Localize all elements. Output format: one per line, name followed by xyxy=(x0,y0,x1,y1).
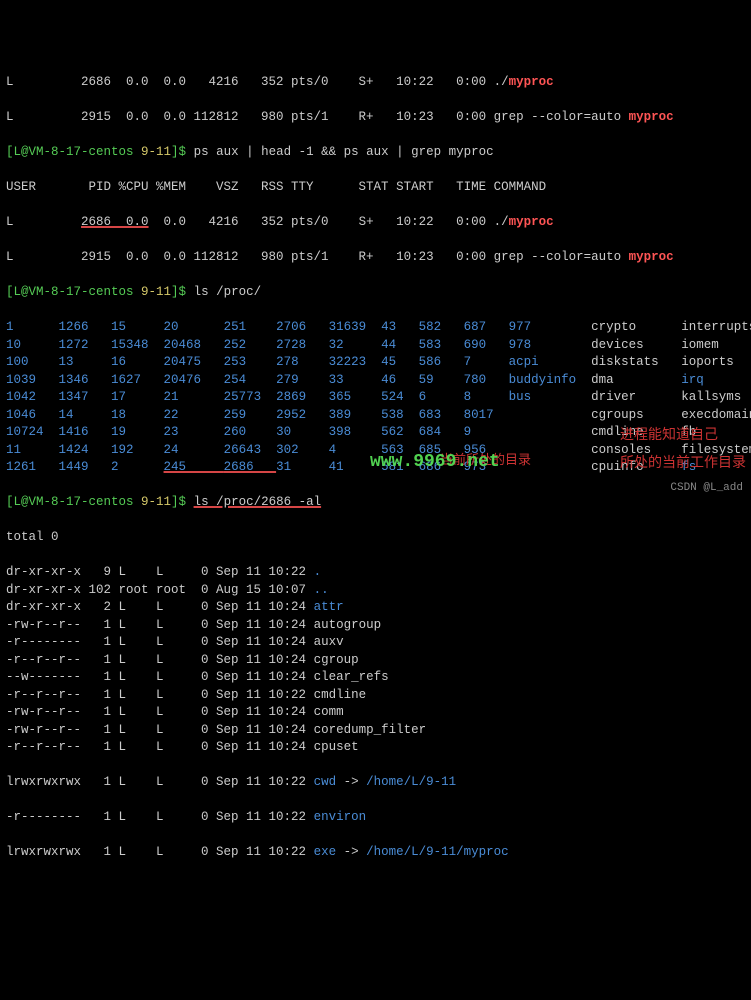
prompt-line-2: [L@VM-8-17-centos 9-11]$ ls /proc/ xyxy=(6,284,745,302)
ps-row1: L 2686 0.0 0.0 4216 352 pts/0 S+ 10:22 0… xyxy=(6,214,745,232)
ls-total: total 0 xyxy=(6,529,745,547)
prompt-line-3: [L@VM-8-17-centos 9-11]$ ls /proc/2686 -… xyxy=(6,494,745,512)
prompt-line-1: [L@VM-8-17-centos 9-11]$ ps aux | head -… xyxy=(6,144,745,162)
footer-attribution: CSDN @L_add xyxy=(670,481,743,496)
ps-top-row2: L 2915 0.0 0.0 112812 980 pts/1 R+ 10:23… xyxy=(6,109,745,127)
cwd-line: lrwxrwxrwx 1 L L 0 Sep 11 10:22 cwd -> /… xyxy=(6,774,745,792)
exe-line: lrwxrwxrwx 1 L L 0 Sep 11 10:22 exe -> /… xyxy=(6,844,745,862)
ls-listing: dr-xr-xr-x 9 L L 0 Sep 11 10:22 .dr-xr-x… xyxy=(6,564,745,757)
annotation-cwd: 所处的当前工作目录 xyxy=(620,455,746,475)
watermark: www.9969.net xyxy=(370,450,500,475)
ps-top-row1: L 2686 0.0 0.0 4216 352 pts/0 S+ 10:22 0… xyxy=(6,74,745,92)
annotation-proc-knows: 进程能知道自己 xyxy=(620,427,718,447)
ps-row2: L 2915 0.0 0.0 112812 980 pts/1 R+ 10:23… xyxy=(6,249,745,267)
ps-header: USER PID %CPU %MEM VSZ RSS TTY STAT STAR… xyxy=(6,179,745,197)
environ-line: -r-------- 1 L L 0 Sep 11 10:22 environ xyxy=(6,809,745,827)
